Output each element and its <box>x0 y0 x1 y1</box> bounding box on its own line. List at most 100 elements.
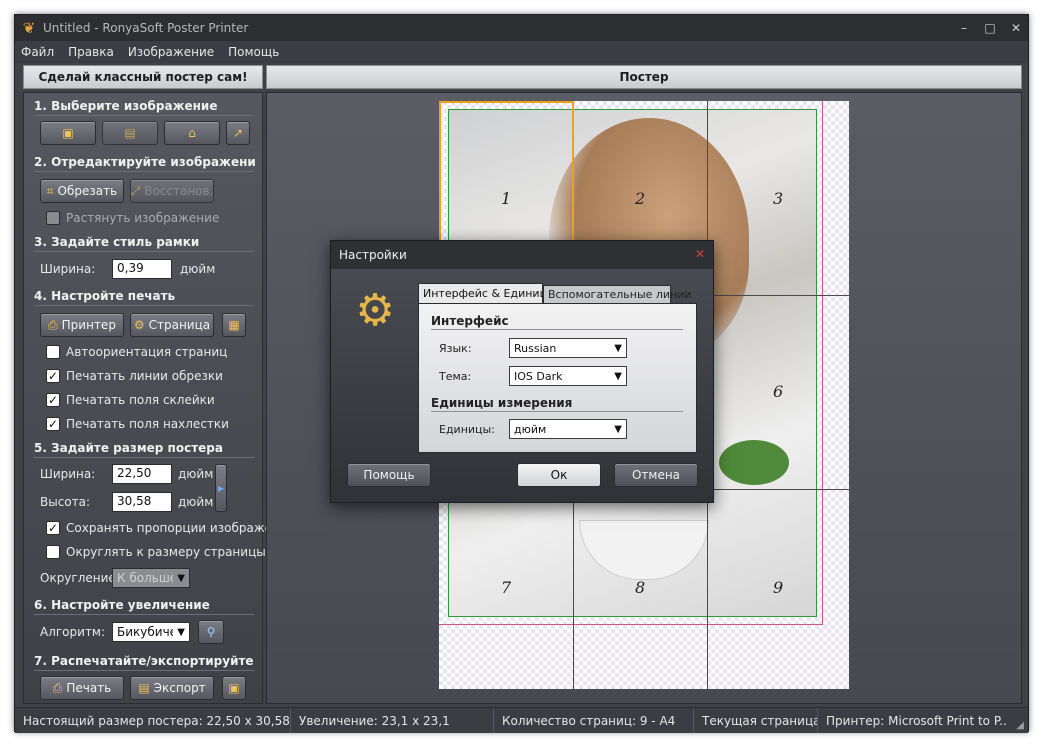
export-button[interactable]: ▤ Экспорт <box>130 676 214 700</box>
clipboard-icon: ▤ <box>124 126 136 140</box>
keep-proportions-checkbox[interactable]: ✓ <box>46 521 60 535</box>
units-select[interactable]: дюйм ▼ <box>509 419 627 439</box>
poster-height-unit: дюйм <box>178 495 214 509</box>
poster-height-input[interactable]: 30,58 <box>112 492 172 512</box>
preview-icon: ▦ <box>228 318 240 332</box>
rounding-select[interactable]: К большему ▼ <box>112 568 190 588</box>
status-current-page: Текущая страница: 1 <box>694 708 818 733</box>
minimize-button[interactable]: – <box>958 21 970 35</box>
open-image-button[interactable]: ▣ <box>40 121 96 145</box>
section-frame-style-title: 3. Задайте стиль рамки <box>34 235 200 249</box>
units-label: Единицы: <box>439 423 495 436</box>
external-image-button[interactable]: ↗ <box>226 121 250 145</box>
poster-width-input[interactable]: 22,50 <box>112 464 172 484</box>
window-title: Untitled - RonyaSoft Poster Printer <box>43 21 249 35</box>
page-gear-icon: ⚙ <box>133 318 145 332</box>
restore-label: Восстанов. <box>144 184 214 198</box>
round-to-page-checkbox[interactable] <box>46 545 60 559</box>
section-select-image-title: 1. Выберите изображение <box>34 99 218 113</box>
page-number-1[interactable]: 1 <box>501 189 511 208</box>
printer-icon: ⎙ <box>52 680 63 695</box>
dropdown-arrow-icon: ▼ <box>614 370 622 382</box>
print-glue-margins-checkbox[interactable]: ✓ <box>46 393 60 407</box>
algorithm-select[interactable]: Бикубическое ▼ <box>112 622 190 642</box>
wizard-panel: 1. Выберите изображение ▣ ▤ ⌂ ↗ 2. Отред… <box>23 92 295 704</box>
poster-width-unit: дюйм <box>178 467 214 481</box>
theme-select[interactable]: IOS Dark ▼ <box>509 366 627 386</box>
menu-image[interactable]: Изображение <box>128 45 214 59</box>
section-print-setup-title: 4. Настройте печать <box>34 289 176 303</box>
divider <box>34 171 254 172</box>
restore-icon: ⤢ <box>130 183 141 198</box>
status-poster-size: Настоящий размер постера: 22,50 x 30,58 … <box>15 708 291 733</box>
photo-cup <box>579 520 709 580</box>
units-group-title: Единицы измерения <box>431 396 573 410</box>
language-label: Язык: <box>439 342 472 355</box>
print-button[interactable]: ⎙ Печать <box>40 676 124 700</box>
page-number-9[interactable]: 9 <box>773 578 783 597</box>
page-setup-button[interactable]: ⚙ Страница <box>130 313 214 337</box>
status-bar: Настоящий размер постера: 22,50 x 30,58 … <box>15 707 1028 733</box>
dropdown-arrow-icon: ▼ <box>177 572 185 584</box>
auto-orientation-checkbox[interactable] <box>46 345 60 359</box>
divider <box>34 251 254 252</box>
menu-help[interactable]: Помощь <box>228 45 279 59</box>
menu-bar: Файл Правка Изображение Помощь <box>15 41 1028 63</box>
export-label: Экспорт <box>153 681 206 695</box>
resize-grip-icon[interactable]: ◢ <box>1016 720 1024 731</box>
maximize-button[interactable]: □ <box>984 21 996 35</box>
stretch-image-checkbox[interactable] <box>46 211 60 225</box>
status-page-count: Количество страниц: 9 - А4 <box>494 708 694 733</box>
page-number-3[interactable]: 3 <box>773 189 783 208</box>
print-overlap-margins-label: Печатать поля нахлестки <box>66 417 229 431</box>
page-number-8[interactable]: 8 <box>635 578 645 597</box>
section-poster-size-title: 5. Задайте размер постера <box>34 441 223 455</box>
page-setup-label: Страница <box>148 318 211 332</box>
page-number-7[interactable]: 7 <box>501 578 511 597</box>
page-number-6[interactable]: 6 <box>773 382 783 401</box>
scan-image-button[interactable]: ⌂ <box>164 121 220 145</box>
cancel-button[interactable]: Отмена <box>614 463 698 487</box>
close-icon[interactable]: ✕ <box>695 247 705 261</box>
units-value: дюйм <box>514 422 547 436</box>
photo-leaves <box>719 440 789 485</box>
menu-edit[interactable]: Правка <box>68 45 114 59</box>
print-overlap-margins-checkbox[interactable]: ✓ <box>46 417 60 431</box>
menu-file[interactable]: Файл <box>21 45 54 59</box>
close-button[interactable]: ✕ <box>1010 21 1022 35</box>
printer-button[interactable]: ⎙ Принтер <box>40 313 124 337</box>
ok-button[interactable]: Ок <box>517 463 601 487</box>
tab-guide-lines[interactable]: Вспомогательные линии <box>543 285 692 303</box>
print-glue-margins-label: Печатать поля склейки <box>66 393 215 407</box>
chevron-right-icon: ▸ <box>217 481 225 495</box>
external-link-icon: ↗ <box>232 126 244 140</box>
zoom-preview-button[interactable]: ⚲ <box>198 620 224 644</box>
paste-image-button[interactable]: ▤ <box>102 121 158 145</box>
language-select[interactable]: Russian ▼ <box>509 338 627 358</box>
butterfly-icon: ❦ <box>22 19 36 37</box>
frame-width-input[interactable]: 0,39 <box>112 259 172 279</box>
frame-width-label: Ширина: <box>40 262 96 276</box>
restore-button[interactable]: ⤢ Восстанов. <box>130 179 214 203</box>
printer-label: Принтер <box>61 318 116 332</box>
divider <box>34 457 254 458</box>
algorithm-value: Бикубическое <box>117 625 173 639</box>
status-zoom: Увеличение: 23,1 x 23,1 <box>291 708 494 733</box>
keep-proportions-label: Сохранять пропорции изображения <box>66 521 295 535</box>
algorithm-label: Алгоритм: <box>40 625 106 639</box>
link-proportions-toggle[interactable]: ▸ <box>215 464 227 512</box>
divider <box>431 411 683 412</box>
dialog-title-bar: Настройки ✕ <box>331 241 713 269</box>
export-image-button[interactable]: ▣ <box>222 676 246 700</box>
tab-interface-units[interactable]: Интерфейс & Единицы <box>418 283 556 303</box>
help-button[interactable]: Помощь <box>347 463 431 487</box>
print-cut-lines-checkbox[interactable]: ✓ <box>46 369 60 383</box>
stretch-image-label: Растянуть изображение <box>66 211 220 225</box>
magnifier-icon: ⚲ <box>206 625 216 639</box>
print-preview-button[interactable]: ▦ <box>222 313 246 337</box>
print-label: Печать <box>66 681 112 695</box>
page-number-2[interactable]: 2 <box>635 189 645 208</box>
status-printer: Принтер: Microsoft Print to P... <box>826 713 1008 728</box>
crop-button[interactable]: ⌗ Обрезать <box>40 179 124 203</box>
divider <box>431 329 683 330</box>
